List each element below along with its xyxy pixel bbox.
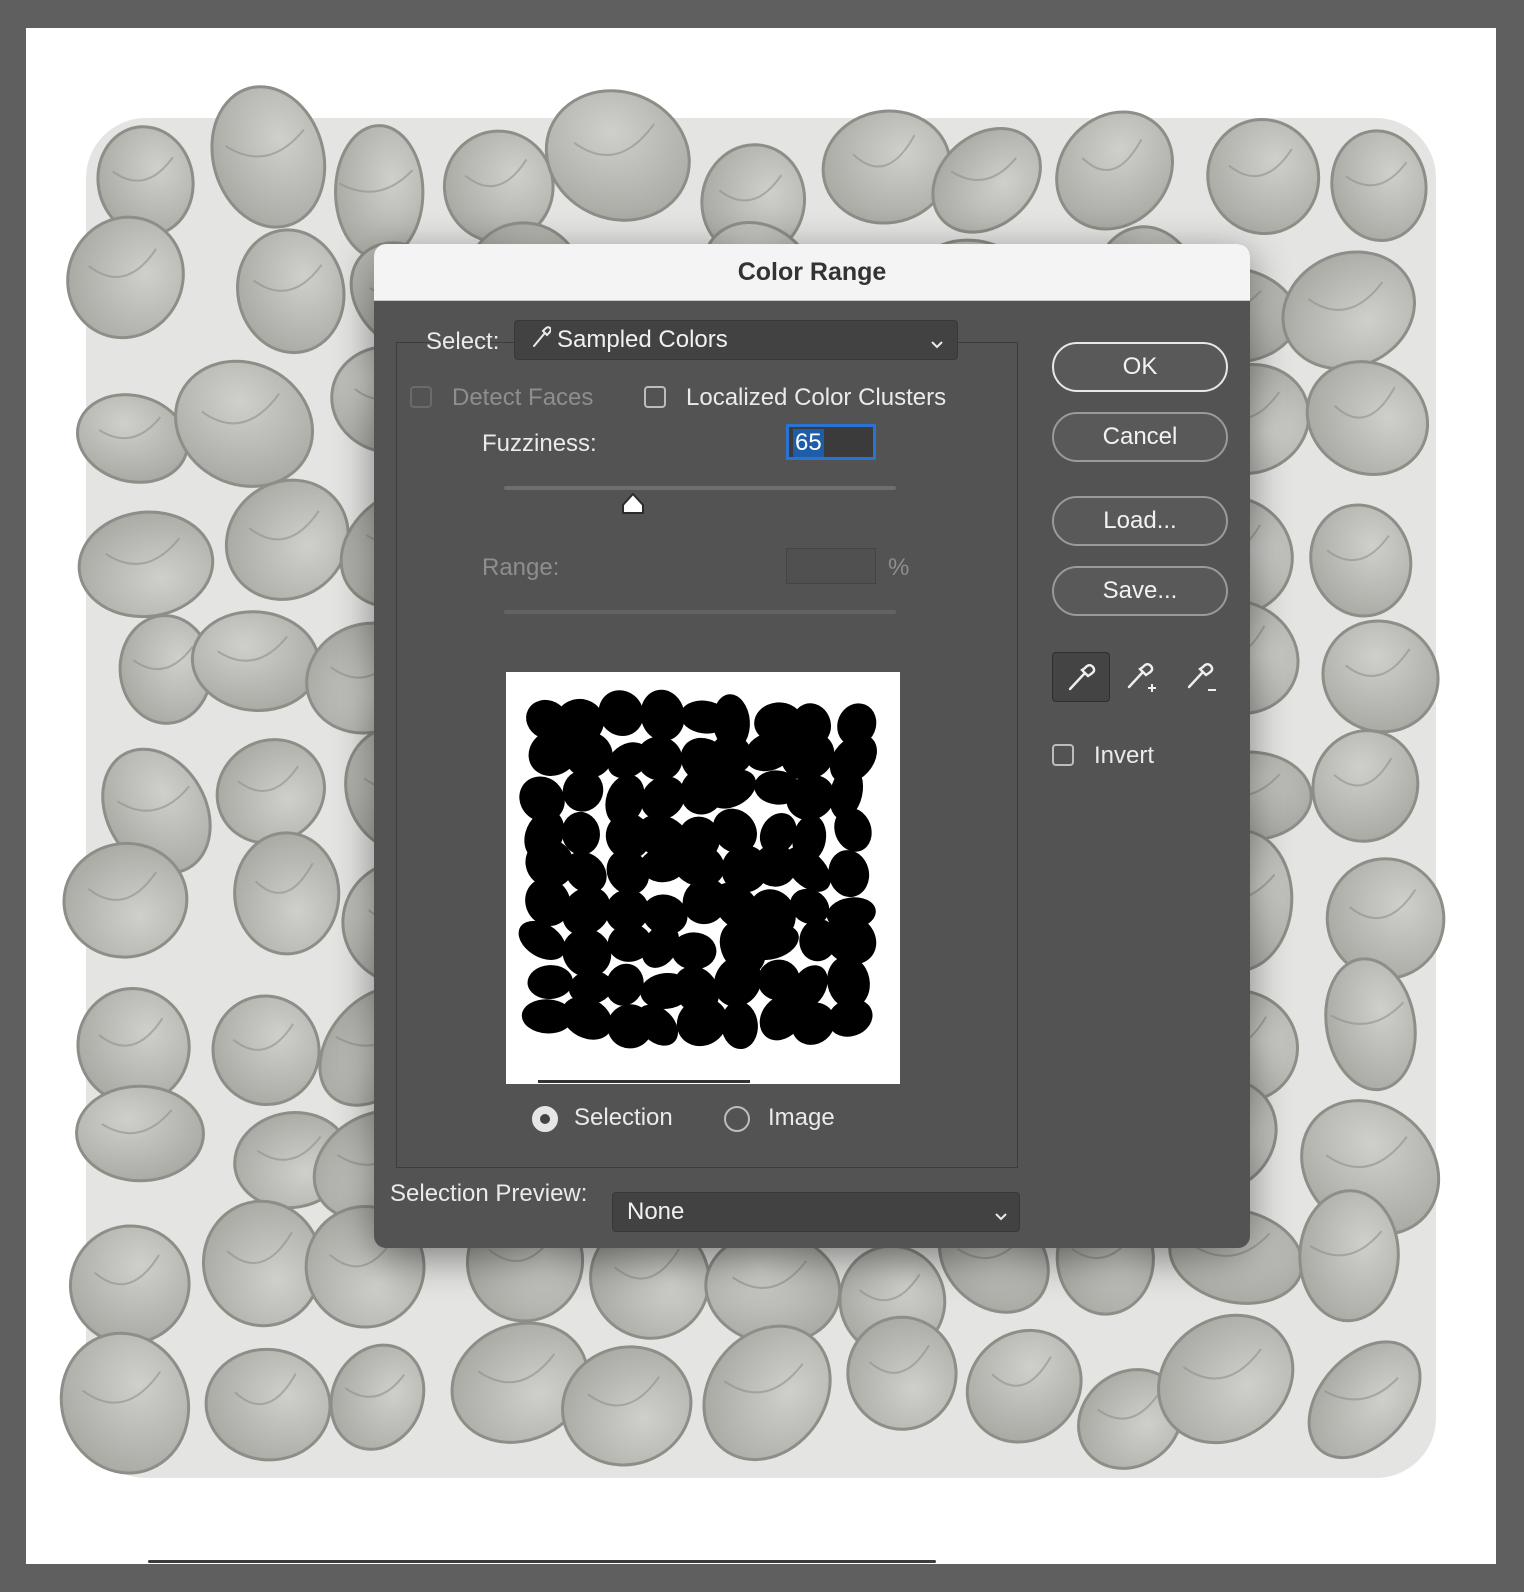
mask-bottom-edge (538, 1080, 750, 1083)
chevron-down-icon (993, 1203, 1009, 1231)
selection-preview-dropdown[interactable]: None (612, 1192, 1020, 1232)
save-button[interactable]: Save... (1052, 566, 1228, 616)
fuzziness-input[interactable]: 65 (786, 424, 876, 460)
image-radio-label: Image (768, 1104, 835, 1131)
image-radio[interactable] (724, 1106, 750, 1132)
ok-button[interactable]: OK (1052, 342, 1228, 392)
cancel-button[interactable]: Cancel (1052, 412, 1228, 462)
range-label: Range: (482, 554, 560, 581)
select-dropdown[interactable]: Sampled Colors (514, 320, 958, 360)
load-button[interactable]: Load... (1052, 496, 1228, 546)
invert-checkbox[interactable] (1052, 744, 1074, 766)
mask-blob (827, 998, 873, 1037)
pebble (334, 124, 425, 261)
mask-blob (828, 850, 870, 897)
pebble (75, 1084, 205, 1183)
selection-preview-label: Selection Preview: (390, 1180, 588, 1207)
eyedropper-minus-icon[interactable] (1172, 652, 1230, 702)
localized-clusters-checkbox[interactable] (644, 386, 666, 408)
selection-radio-label: Selection (574, 1104, 673, 1131)
chevron-down-icon (929, 331, 945, 359)
detect-faces-checkbox[interactable] (410, 386, 432, 408)
detect-faces-label: Detect Faces (452, 384, 594, 411)
mask-blob (527, 965, 573, 1000)
fuzziness-slider-track[interactable] (504, 486, 896, 490)
selection-preview-value: None (627, 1198, 685, 1225)
invert-label: Invert (1094, 742, 1155, 769)
pebble (233, 831, 341, 956)
eyedropper-icon (531, 325, 552, 356)
fuzziness-value: 65 (793, 429, 824, 457)
fuzziness-label: Fuzziness: (482, 430, 597, 457)
mask-blob (721, 1001, 758, 1050)
eyedropper-plus-icon[interactable] (1112, 652, 1170, 702)
horizontal-scrollbar[interactable] (148, 1560, 936, 1563)
eyedropper-icon[interactable] (1052, 652, 1110, 702)
selection-radio[interactable] (532, 1106, 558, 1132)
localized-clusters-label: Localized Color Clusters (686, 384, 947, 411)
select-value: Sampled Colors (557, 326, 728, 353)
range-input[interactable] (786, 548, 876, 584)
range-slider-track (504, 610, 896, 614)
dialog-title: Color Range (374, 244, 1250, 301)
selection-preview-thumbnail (506, 672, 900, 1084)
select-label: Select: (426, 328, 500, 355)
fuzziness-slider-thumb[interactable] (620, 492, 646, 516)
range-unit: % (888, 554, 910, 581)
